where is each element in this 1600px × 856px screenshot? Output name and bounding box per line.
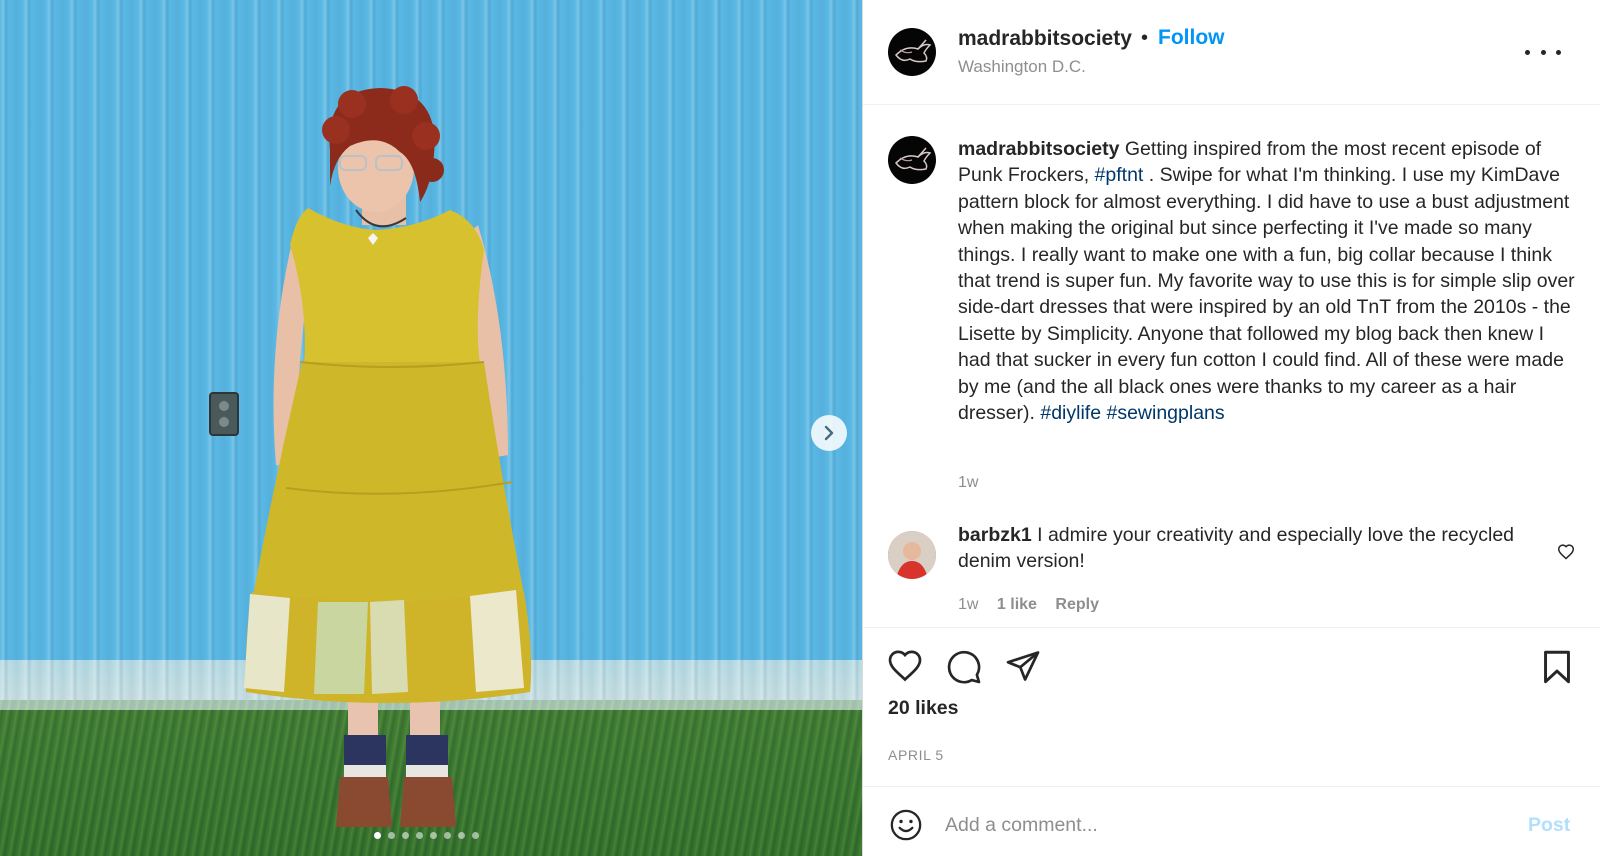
author-avatar[interactable]	[888, 28, 936, 76]
likes-count[interactable]: 20 likes	[888, 697, 958, 720]
person-photo-icon	[888, 531, 936, 579]
carousel-dot	[416, 832, 423, 839]
caption-timestamp[interactable]: 1w	[958, 474, 978, 492]
comment-meta: 1w 1 like Reply	[958, 596, 1258, 612]
woman-in-yellow-dress	[209, 86, 532, 827]
heart-icon[interactable]	[887, 649, 923, 683]
carousel-dot	[458, 832, 465, 839]
carousel-dot	[430, 832, 437, 839]
divider	[863, 786, 1600, 787]
carousel-dot	[402, 832, 409, 839]
caption-avatar[interactable]	[888, 136, 936, 184]
carousel-dot	[388, 832, 395, 839]
follow-button[interactable]: Follow	[1158, 26, 1225, 50]
emoji-icon[interactable]	[889, 808, 923, 842]
carousel-dot	[374, 832, 381, 839]
more-dot	[1540, 49, 1546, 55]
post-location[interactable]: Washington D.C.	[958, 57, 1086, 77]
caption-text: . Swipe for what I'm thinking. I use my …	[958, 164, 1575, 425]
comment-like-icon[interactable]	[1557, 544, 1575, 560]
more-options-button[interactable]	[1525, 40, 1561, 64]
more-dot	[1556, 49, 1561, 55]
comment-text: barbzk1 I admire your creativity and esp…	[958, 522, 1518, 575]
post-photo[interactable]	[0, 0, 862, 856]
comment-likes[interactable]: 1 like	[997, 596, 1037, 612]
hashtag-link[interactable]: #pftnt	[1095, 164, 1144, 186]
comment-reply-button[interactable]: Reply	[1055, 596, 1099, 612]
comment-body: I admire your creativity and especially …	[958, 524, 1515, 573]
divider	[863, 627, 1600, 628]
follow-separator: •	[1141, 27, 1149, 49]
hashtag-link[interactable]: #diylife	[1040, 402, 1101, 424]
carousel-next-button[interactable]	[811, 415, 847, 451]
chevron-right-icon	[824, 425, 834, 441]
carousel-dot	[472, 832, 479, 839]
post-caption: madrabbitsociety Getting inspired from t…	[958, 136, 1578, 426]
rabbit-logo-icon	[895, 39, 932, 63]
hashtag-link[interactable]: #sewingplans	[1106, 402, 1224, 424]
share-icon[interactable]	[1005, 649, 1041, 683]
commenter-avatar[interactable]	[888, 531, 936, 579]
comment-username[interactable]: barbzk1	[958, 524, 1032, 546]
carousel-indicator	[374, 832, 479, 839]
caption-username[interactable]: madrabbitsociety	[958, 138, 1119, 160]
carousel-dot	[444, 832, 451, 839]
author-username[interactable]: madrabbitsociety	[958, 27, 1132, 51]
post-sidebar: madrabbitsociety • Follow Washington D.C…	[862, 0, 1600, 856]
post-date[interactable]: APRIL 5	[888, 747, 944, 763]
divider	[863, 104, 1600, 105]
bookmark-icon[interactable]	[1540, 649, 1574, 685]
more-options-icon	[1525, 49, 1530, 55]
comment-input[interactable]	[945, 808, 1485, 842]
comment-icon[interactable]	[946, 649, 982, 685]
post-comment-button[interactable]: Post	[1528, 814, 1570, 837]
rabbit-logo-icon	[895, 147, 932, 171]
comment-timestamp[interactable]: 1w	[958, 596, 978, 612]
